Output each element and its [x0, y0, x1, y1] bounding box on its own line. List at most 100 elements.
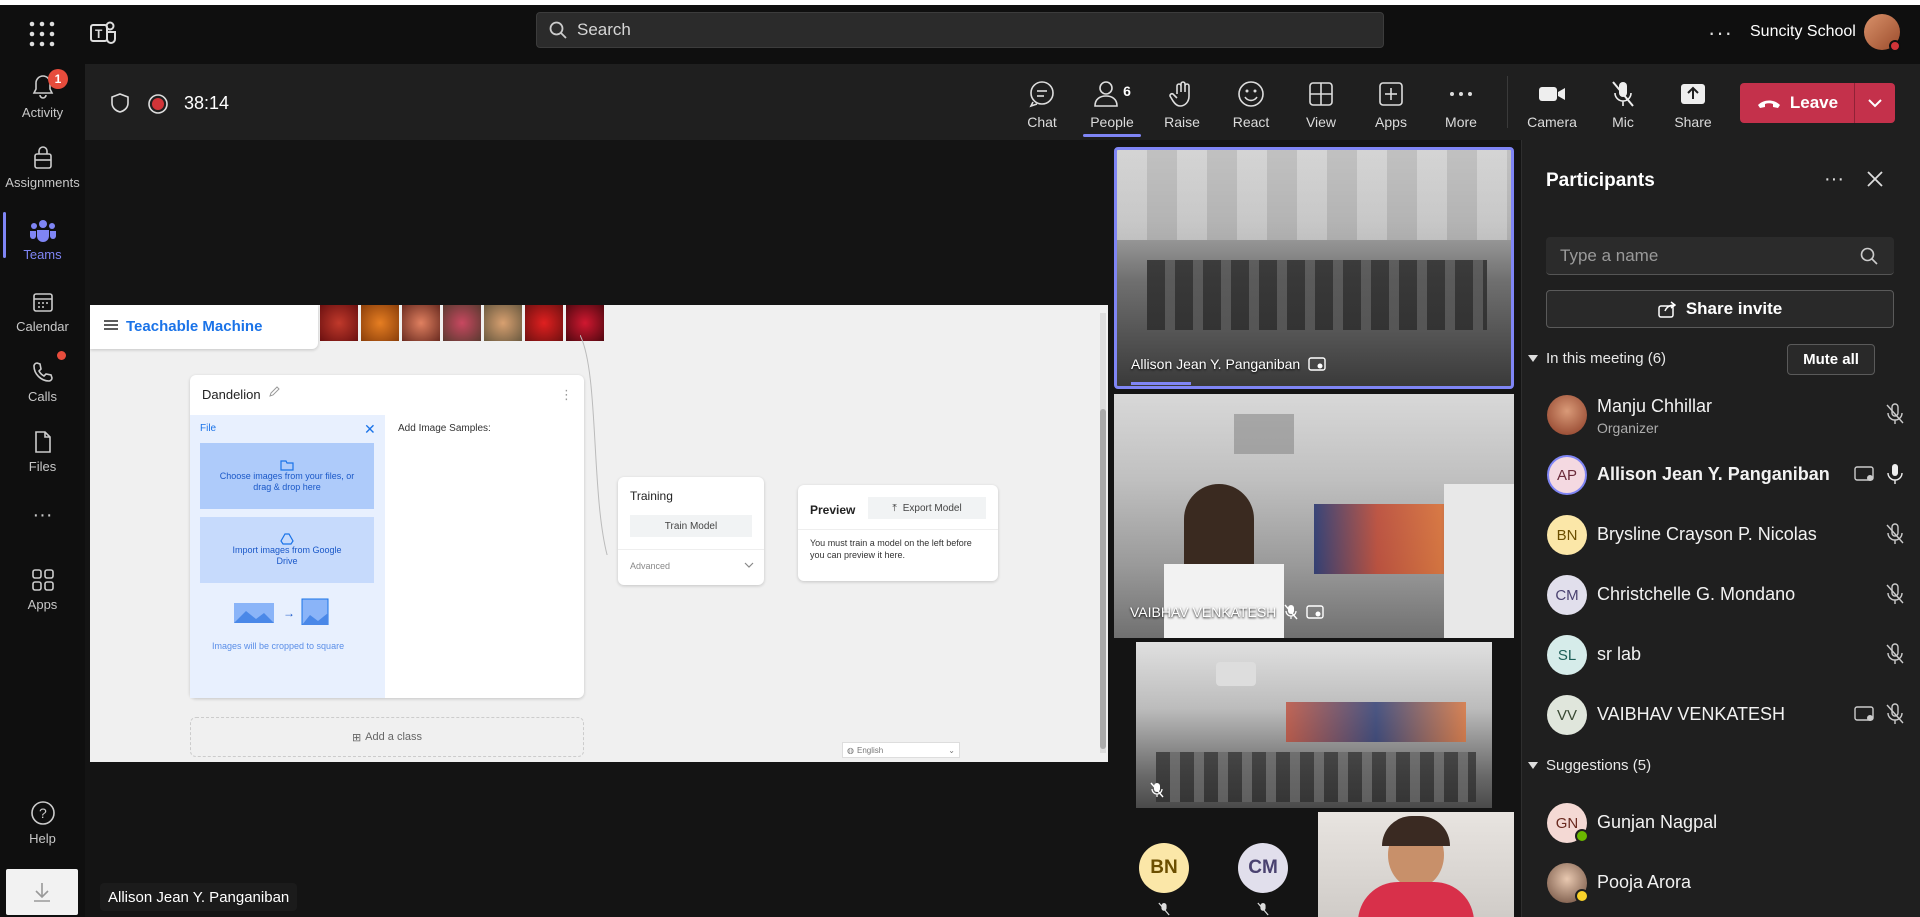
camera-button[interactable]: Camera — [1520, 80, 1584, 130]
participant-row[interactable]: Manju Chhillar Organizer — [1521, 387, 1920, 443]
app-launcher-icon[interactable] — [28, 20, 56, 48]
leave-options-button[interactable] — [1855, 83, 1895, 123]
people-button[interactable]: 6 People — [1080, 80, 1144, 130]
close-icon[interactable]: ✕ — [364, 421, 376, 438]
rail-calls[interactable]: Calls — [0, 360, 85, 404]
suggestion-row[interactable]: Pooja Arora — [1521, 855, 1920, 911]
choose-files-label: Choose images from your files, or drag &… — [219, 471, 355, 492]
download-button[interactable] — [6, 869, 78, 915]
suggestion-row[interactable]: GN Gunjan Nagpal — [1521, 795, 1920, 851]
import-drive-button[interactable]: Import images from Google Drive — [200, 517, 374, 583]
sample-image — [443, 305, 481, 341]
sample-image — [320, 305, 358, 341]
leave-main[interactable]: Leave — [1740, 83, 1854, 123]
tile-name-vaibhav-text: VAIBHAV VENKATESH — [1130, 604, 1277, 620]
mic-off-icon — [1886, 583, 1904, 605]
participant-row[interactable]: BN Brysline Crayson P. Nicolas — [1521, 507, 1920, 563]
mic-button[interactable]: Mic — [1591, 80, 1655, 130]
search-placeholder: Search — [577, 20, 631, 39]
more-label: More — [1445, 114, 1477, 130]
preview-title: Preview — [810, 503, 856, 517]
participant-row[interactable]: CM Christchelle G. Mondano — [1521, 567, 1920, 623]
share-invite-button[interactable]: Share invite — [1546, 290, 1894, 328]
train-model-button[interactable]: Train Model — [630, 515, 752, 537]
participant-name: Christchelle G. Mondano — [1597, 584, 1796, 604]
share-button[interactable]: Share — [1661, 80, 1725, 130]
avatar-bn[interactable]: BN — [1139, 843, 1189, 893]
language-select[interactable]: ◍ English ⌄ — [842, 742, 960, 758]
rail-activity[interactable]: Activity — [0, 74, 85, 120]
recording-icon — [147, 93, 169, 115]
participant-row[interactable]: AP Allison Jean Y. Panganiban — [1521, 447, 1920, 503]
scrollbar[interactable] — [1100, 313, 1106, 753]
apps-icon — [31, 568, 55, 597]
chat-button[interactable]: Chat — [1010, 80, 1074, 130]
export-model-button[interactable]: ⤒ Export Model — [868, 497, 986, 519]
rail-calendar-label: Calendar — [16, 319, 69, 334]
participant-row[interactable]: VV VAIBHAV VENKATESH — [1521, 687, 1920, 743]
raise-label: Raise — [1164, 114, 1200, 130]
add-samples-label: Add Image Samples: — [398, 423, 491, 434]
video-tile-allison[interactable]: Allison Jean Y. Panganiban — [1114, 147, 1514, 389]
video-tile-self[interactable] — [1318, 812, 1514, 917]
menu-icon[interactable] — [104, 319, 118, 331]
globe-icon: ◍ — [847, 745, 854, 755]
rail-files[interactable]: Files — [0, 430, 85, 474]
rail-teams[interactable]: Teams — [0, 218, 85, 262]
import-drive-label: Import images from Google Drive — [232, 545, 342, 566]
share-invite-label: Share invite — [1685, 299, 1783, 318]
apps-button[interactable]: Apps — [1359, 80, 1423, 130]
react-label: React — [1232, 114, 1270, 130]
tm-header: Teachable Machine — [90, 305, 318, 349]
caret-down-icon — [1528, 354, 1538, 363]
choose-files-button[interactable]: Choose images from your files, or drag &… — [200, 443, 374, 509]
search-bar[interactable]: Search — [536, 12, 1384, 48]
screen-share-icon — [1306, 604, 1324, 620]
add-class-button[interactable]: ⊞ Add a class — [190, 717, 584, 757]
view-button[interactable]: View — [1289, 80, 1353, 130]
avatar-cm[interactable]: CM — [1238, 843, 1288, 893]
rail-help[interactable]: ? Help — [0, 800, 85, 846]
screen-share-icon — [1308, 356, 1326, 372]
mute-all-button[interactable]: Mute all — [1787, 344, 1875, 375]
raise-hand-button[interactable]: Raise — [1150, 80, 1214, 130]
assignments-icon — [31, 146, 55, 175]
react-button[interactable]: React — [1219, 80, 1283, 130]
close-panel-button[interactable] — [1866, 170, 1884, 188]
rail-assignments[interactable]: Assignments — [0, 146, 85, 190]
hand-icon — [1169, 80, 1195, 114]
leave-button[interactable]: Leave — [1740, 83, 1895, 123]
settings-more-button[interactable]: ··· — [1708, 20, 1733, 46]
tm-class-name[interactable]: Dandelion — [202, 387, 261, 402]
video-tile-classroom[interactable] — [1136, 642, 1492, 808]
presence-busy-icon — [1889, 40, 1901, 52]
presence-available-icon — [1575, 829, 1589, 843]
video-hair — [1382, 816, 1450, 846]
rail-calendar[interactable]: Calendar — [0, 290, 85, 334]
chevron-down-icon[interactable] — [744, 561, 754, 569]
in-meeting-header[interactable]: In this meeting (6) — [1528, 350, 1666, 367]
video-tile-vaibhav[interactable]: VAIBHAV VENKATESH — [1114, 394, 1514, 638]
rail-apps[interactable]: Apps — [0, 568, 85, 612]
pencil-icon[interactable] — [268, 386, 280, 398]
suggestions-header[interactable]: Suggestions (5) — [1528, 757, 1651, 774]
camera-icon — [1537, 80, 1567, 114]
chat-icon — [1028, 80, 1056, 114]
mic-on-icon — [1886, 463, 1904, 485]
participant-row[interactable]: SL sr lab — [1521, 627, 1920, 683]
more-actions-button[interactable]: More — [1429, 80, 1493, 130]
share-screen-icon — [1679, 80, 1707, 114]
panel-title: Participants — [1546, 170, 1655, 191]
preview-message: You must train a model on the left befor… — [810, 538, 972, 560]
avatar: SL — [1547, 635, 1587, 675]
mic-off-icon — [1886, 523, 1904, 545]
participant-search-input[interactable] — [1546, 237, 1894, 275]
rail-files-label: Files — [28, 459, 57, 474]
panel-more-button[interactable]: ··· — [1824, 168, 1844, 191]
scrollbar-thumb[interactable] — [1100, 409, 1106, 749]
rail-more[interactable]: ··· — [0, 504, 85, 527]
mic-off-icon — [1257, 902, 1269, 916]
class-menu-icon[interactable]: ⋮ — [560, 387, 573, 403]
advanced-label[interactable]: Advanced — [630, 561, 670, 571]
add-box-icon: ⊞ — [351, 731, 362, 744]
